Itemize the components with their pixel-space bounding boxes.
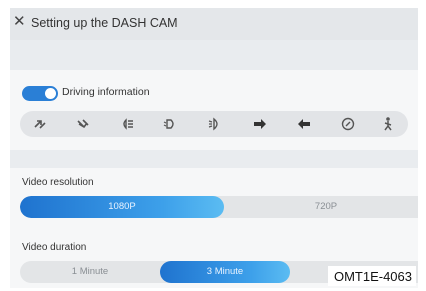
seatbelt-icon (380, 116, 396, 132)
close-icon[interactable]: ✕ (13, 14, 26, 29)
driving-information-label: Driving information (62, 86, 150, 98)
driving-information-toggle[interactable] (22, 86, 58, 101)
duration-option-3-minute[interactable]: 3 Minute (160, 261, 290, 283)
resolution-option-1080p[interactable]: 1080P (20, 196, 224, 218)
arrow-left-icon (296, 116, 312, 132)
steering-right-icon (75, 116, 91, 132)
high-beam-icon (119, 116, 135, 132)
arrow-right-icon (252, 116, 268, 132)
page-title: Setting up the DASH CAM (31, 16, 178, 30)
brake-warning-icon (340, 116, 356, 132)
dashcam-settings-screen: ✕ Setting up the DASH CAM Driving inform… (10, 8, 418, 288)
driving-information-panel: Driving information (10, 70, 418, 150)
duration-option-1-minute[interactable]: 1 Minute (20, 261, 160, 283)
fog-light-icon (208, 116, 224, 132)
video-resolution-label: Video resolution (22, 177, 94, 188)
steering-left-icon (32, 116, 48, 132)
video-duration-label: Video duration (22, 242, 87, 253)
indicator-icon-row (20, 111, 408, 137)
header-bar: ✕ Setting up the DASH CAM (10, 8, 418, 40)
toggle-knob (45, 88, 56, 99)
low-beam-icon (163, 116, 179, 132)
reference-code: OMT1E-4063 (327, 266, 416, 286)
resolution-option-720p[interactable]: 720P (224, 196, 418, 218)
video-resolution-selector[interactable]: 1080P 720P (20, 196, 418, 218)
